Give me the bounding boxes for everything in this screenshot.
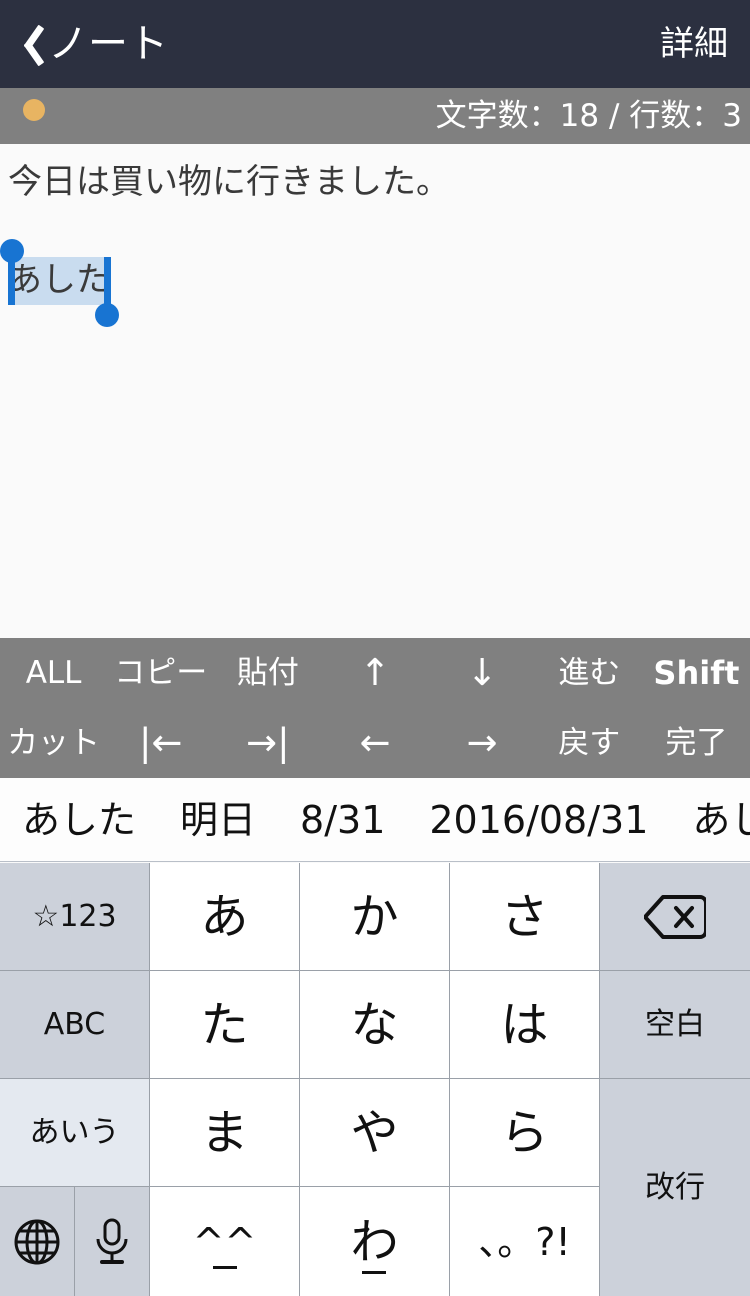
selection-start-bar	[8, 257, 15, 305]
key-a-row[interactable]: あ	[150, 863, 300, 971]
back-button-label: ノート	[48, 22, 168, 66]
app-root: ノート 詳細 文字数：18 / 行数：3 今日は買い物に行きました。 あした A…	[0, 0, 750, 1296]
key-emoticon-label: ^^	[193, 1221, 257, 1263]
cursor-down-button[interactable]: ↓	[429, 638, 536, 708]
key-na-row[interactable]: な	[300, 971, 450, 1079]
cursor-right-button[interactable]: →	[429, 708, 536, 778]
key-globe[interactable]	[0, 1187, 75, 1296]
candidate-item[interactable]: あし	[670, 798, 750, 842]
edit-toolbar-row-1: ALL コピー 貼付 ↑ ↓ 進む Shift	[0, 638, 750, 708]
copy-button[interactable]: コピー	[107, 638, 214, 708]
selection-end-bar	[104, 257, 111, 305]
selected-text: あした	[8, 254, 110, 306]
key-ha-row[interactable]: は	[450, 971, 600, 1079]
candidate-item[interactable]: あした	[0, 798, 158, 842]
note-line-1: 今日は買い物に行きました。	[8, 158, 450, 206]
key-wa-label: わ	[350, 1216, 398, 1268]
key-ma-row[interactable]: ま	[150, 1079, 300, 1187]
key-emoticon[interactable]: ^^	[150, 1187, 300, 1296]
backspace-icon	[644, 894, 706, 940]
globe-icon	[13, 1218, 61, 1266]
move-line-start-button[interactable]: |←	[107, 708, 214, 778]
key-kana-mode[interactable]: あいう	[0, 1079, 150, 1187]
cursor-up-button[interactable]: ↑	[321, 638, 428, 708]
paste-button[interactable]: 貼付	[214, 638, 321, 708]
key-space[interactable]: 空白	[600, 971, 750, 1079]
detail-button[interactable]: 詳細	[660, 0, 728, 88]
back-button[interactable]: ノート	[0, 0, 168, 88]
note-text-area[interactable]: 今日は買い物に行きました。 あした	[0, 144, 750, 638]
key-punctuation[interactable]: 、。?!	[450, 1187, 600, 1296]
candidate-item[interactable]: 明日	[158, 798, 278, 842]
edit-toolbar-row-2: カット |← →| ← → 戻す 完了	[0, 708, 750, 778]
detail-button-label: 詳細	[660, 24, 728, 64]
candidate-item[interactable]: 2016/08/31	[407, 798, 670, 842]
info-bar: 文字数：18 / 行数：3	[0, 88, 750, 144]
shift-button[interactable]: Shift	[643, 638, 750, 708]
done-button[interactable]: 完了	[643, 708, 750, 778]
select-all-button[interactable]: ALL	[0, 638, 107, 708]
key-ka-row[interactable]: か	[300, 863, 450, 971]
key-abc-mode[interactable]: ABC	[0, 971, 150, 1079]
key-dictation[interactable]	[75, 1187, 150, 1296]
character-line-count: 文字数：18 / 行数：3	[436, 88, 742, 144]
cursor-left-button[interactable]: ←	[321, 708, 428, 778]
key-ya-row[interactable]: や	[300, 1079, 450, 1187]
navigation-bar: ノート 詳細	[0, 0, 750, 88]
microphone-icon	[92, 1217, 132, 1267]
key-sa-row[interactable]: さ	[450, 863, 600, 971]
move-line-end-button[interactable]: →|	[214, 708, 321, 778]
key-ta-row[interactable]: た	[150, 971, 300, 1079]
candidate-item[interactable]: 8/31	[278, 798, 407, 842]
key-number-symbol-mode[interactable]: ☆123	[0, 863, 150, 971]
edit-toolbar: ALL コピー 貼付 ↑ ↓ 進む Shift カット |← →| ← → 戻す…	[0, 638, 750, 778]
cut-button[interactable]: カット	[0, 708, 107, 778]
key-wa-row[interactable]: わ	[300, 1187, 450, 1296]
chevron-left-icon	[14, 21, 44, 67]
key-ra-row[interactable]: ら	[450, 1079, 600, 1187]
japanese-kana-keyboard: ☆123 あ か さ ABC た な は 空白 あいう ま や ら 改行	[0, 863, 750, 1296]
key-backspace[interactable]	[600, 863, 750, 971]
selection-start-handle[interactable]	[0, 239, 24, 263]
conversion-candidate-bar[interactable]: あした 明日 8/31 2016/08/31 あし	[0, 778, 750, 862]
key-return[interactable]: 改行	[600, 1079, 750, 1296]
redo-forward-button[interactable]: 進む	[536, 638, 643, 708]
undo-button[interactable]: 戻す	[536, 708, 643, 778]
note-color-dot[interactable]	[23, 99, 45, 121]
selection-end-handle[interactable]	[95, 303, 119, 327]
